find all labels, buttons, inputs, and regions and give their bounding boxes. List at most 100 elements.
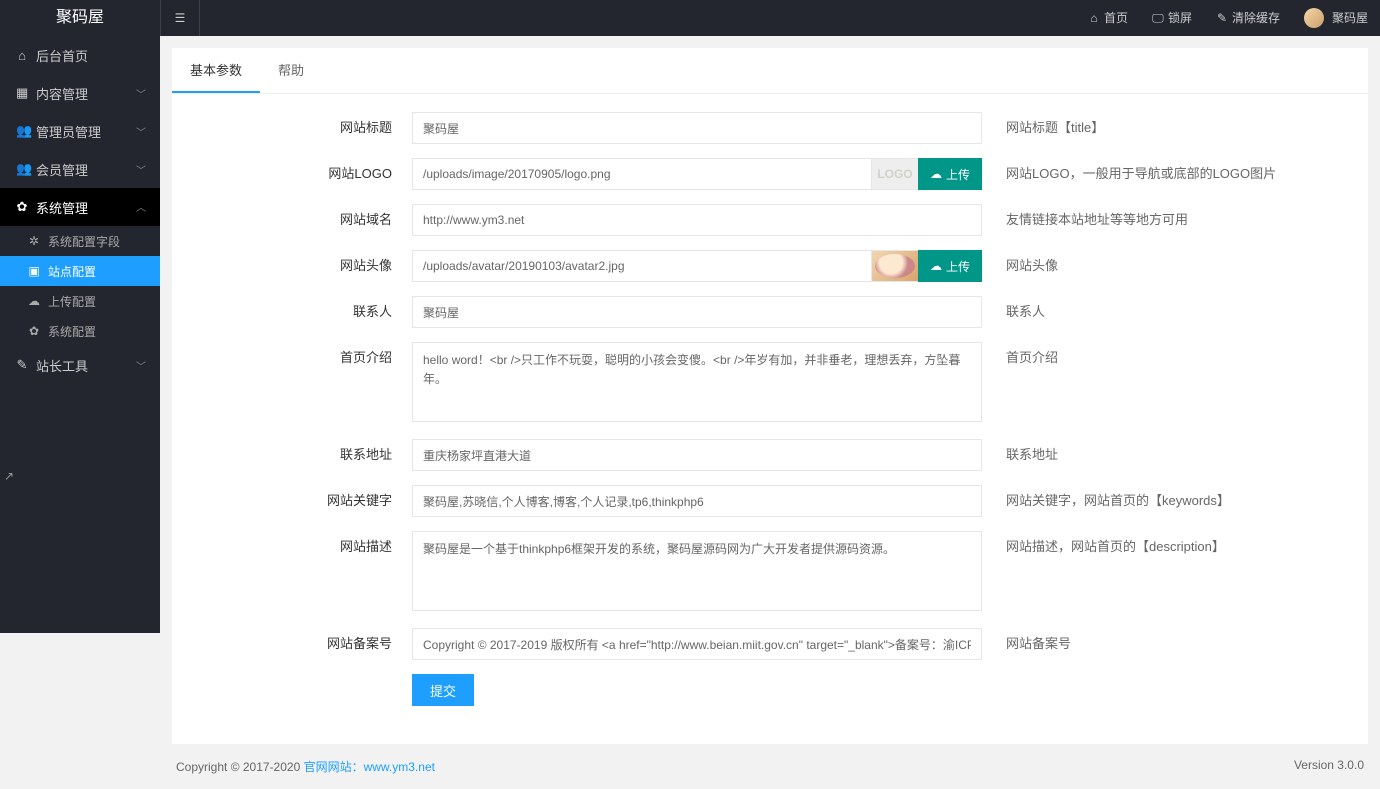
row-submit: 提交	[232, 674, 1308, 706]
home-icon: ⌂	[1088, 0, 1100, 36]
sidebar-item-admin[interactable]: 👥管理员管理﹀	[0, 112, 160, 150]
input-contact[interactable]	[412, 296, 982, 328]
label-contact: 联系人	[232, 296, 412, 328]
home-icon: ⌂	[16, 48, 28, 63]
sub-label: 系统配置字段	[48, 233, 120, 250]
chevron-down-icon: ﹀	[136, 358, 146, 373]
input-keywords[interactable]	[412, 485, 982, 517]
cloud-icon: ☁	[28, 294, 40, 308]
nav-home[interactable]: ⌂首页	[1076, 0, 1140, 36]
monitor-icon: ▣	[28, 264, 40, 278]
grid-icon: ▦	[16, 85, 28, 101]
sidebar-label: 站长工具	[36, 356, 88, 375]
sub-label: 系统配置	[48, 323, 96, 340]
help-contact: 联系人	[982, 296, 1308, 328]
sub-item-config-field[interactable]: ✲ 系统配置字段	[0, 226, 160, 256]
sub-item-system-config[interactable]: ✿ 系统配置	[0, 316, 160, 346]
sidebar-item-dashboard[interactable]: ⌂ 后台首页	[0, 36, 160, 74]
sub-label: 上传配置	[48, 293, 96, 310]
brand-title: 聚码屋	[0, 0, 160, 36]
chevron-down-icon: ﹀	[136, 124, 146, 139]
upload-label: 上传	[946, 166, 970, 183]
nav-clear-cache[interactable]: ✎清除缓存	[1204, 0, 1292, 36]
link-icon: ✲	[28, 234, 40, 248]
textarea-desc[interactable]: 聚码屋是一个基于thinkphp6框架开发的系统，聚码屋源码网为广大开发者提供源…	[412, 531, 982, 611]
nav-user[interactable]: 聚码屋	[1292, 0, 1380, 36]
help-intro: 首页介绍	[982, 342, 1308, 374]
sidebar: ⌂ 后台首页 ▦ 内容管理 ﹀ 👥 管理员管理 ﹀ 👥 会员管理 ﹀ ✿系统管理﹀ ✲ 系统配置…	[0, 36, 160, 633]
sidebar-item-system[interactable]: ✿系统管理﹀	[0, 188, 160, 226]
menu-icon: ☰	[174, 11, 186, 25]
form-card: 基本参数 帮助 网站标题 网站标题【title】 网站LOGO LOGO ☁上传…	[172, 48, 1368, 744]
label-address: 联系地址	[232, 439, 412, 471]
row-domain: 网站域名 友情链接本站地址等等地方可用	[232, 204, 1308, 236]
input-logo[interactable]	[412, 158, 872, 190]
help-address: 联系地址	[982, 439, 1308, 471]
help-logo: 网站LOGO，一般用于导航或底部的LOGO图片	[982, 158, 1308, 190]
sidebar-item-content[interactable]: ▦ 内容管理 ﹀	[0, 74, 160, 112]
top-nav: ⌂首页 🖵锁屏 ✎清除缓存 聚码屋	[1076, 0, 1380, 36]
cloud-upload-icon: ☁	[930, 259, 942, 273]
label-avatar: 网站头像	[232, 250, 412, 282]
upload-label: 上传	[946, 258, 970, 275]
submit-button[interactable]: 提交	[412, 674, 474, 706]
footer: Copyright © 2017-2020 官网网站：www.ym3.net V…	[172, 744, 1368, 777]
label-keywords: 网站关键字	[232, 485, 412, 517]
sub-label: 站点配置	[48, 263, 96, 280]
users-icon: 👥	[16, 161, 28, 177]
row-avatar: 网站头像 ☁ 上传 网站头像	[232, 250, 1308, 282]
wrench-icon: ✎	[16, 357, 28, 373]
topbar: 聚码屋 ☰ ⌂首页 🖵锁屏 ✎清除缓存 聚码屋	[0, 0, 1380, 36]
row-desc: 网站描述 聚码屋是一个基于thinkphp6框架开发的系统，聚码屋源码网为广大开…	[232, 531, 1308, 614]
scroll-indicator: ↗	[4, 469, 14, 483]
sidebar-toggle[interactable]: ☰	[160, 0, 200, 36]
footer-left: Copyright © 2017-2020 官网网站：www.ym3.net	[176, 758, 435, 775]
row-intro: 首页介绍 hello word！<br />只工作不玩耍，聪明的小孩会变傻。<b…	[232, 342, 1308, 425]
tab-basic[interactable]: 基本参数	[172, 48, 260, 93]
input-address[interactable]	[412, 439, 982, 471]
nav-user-label: 聚码屋	[1332, 0, 1368, 36]
monitor-icon: 🖵	[1152, 0, 1164, 36]
row-keywords: 网站关键字 网站关键字，网站首页的【keywords】	[232, 485, 1308, 517]
main-content: 基本参数 帮助 网站标题 网站标题【title】 网站LOGO LOGO ☁上传…	[160, 36, 1380, 789]
input-title[interactable]	[412, 112, 982, 144]
help-title: 网站标题【title】	[982, 112, 1308, 144]
nav-lock-label: 锁屏	[1168, 0, 1192, 36]
input-avatar[interactable]	[412, 250, 872, 282]
label-title: 网站标题	[232, 112, 412, 144]
sidebar-item-tools[interactable]: ✎ 站长工具 ﹀	[0, 346, 160, 384]
footer-link[interactable]: 官网网站：www.ym3.net	[304, 760, 435, 774]
sidebar-item-member[interactable]: 👥 会员管理 ﹀	[0, 150, 160, 188]
gear-icon: ✿	[16, 199, 28, 215]
textarea-intro[interactable]: hello word！<br />只工作不玩耍，聪明的小孩会变傻。<br />年…	[412, 342, 982, 422]
settings-form: 网站标题 网站标题【title】 网站LOGO LOGO ☁上传 网站LOGO，…	[172, 94, 1368, 744]
sidebar-label: 会员管理	[36, 160, 88, 179]
label-intro: 首页介绍	[232, 342, 412, 374]
sub-item-upload-config[interactable]: ☁ 上传配置	[0, 286, 160, 316]
help-desc: 网站描述，网站首页的【description】	[982, 531, 1308, 563]
tab-help[interactable]: 帮助	[260, 48, 322, 93]
upload-avatar-button[interactable]: ☁ 上传	[918, 250, 982, 282]
footer-version: Version 3.0.0	[1294, 758, 1364, 775]
nav-clear-label: 清除缓存	[1232, 0, 1280, 36]
label-logo: 网站LOGO	[232, 158, 412, 190]
row-address: 联系地址 联系地址	[232, 439, 1308, 471]
nav-home-label: 首页	[1104, 0, 1128, 36]
footer-copyright: Copyright © 2017-2020	[176, 760, 304, 774]
gear-icon: ✿	[28, 324, 40, 338]
avatar-preview	[872, 250, 918, 282]
input-domain[interactable]	[412, 204, 982, 236]
row-contact: 联系人 联系人	[232, 296, 1308, 328]
tabs: 基本参数 帮助	[172, 48, 1368, 94]
row-title: 网站标题 网站标题【title】	[232, 112, 1308, 144]
chevron-down-icon: ﹀	[136, 86, 146, 101]
upload-logo-button[interactable]: ☁上传	[918, 158, 982, 190]
chevron-down-icon: ﹀	[136, 200, 146, 215]
help-avatar: 网站头像	[982, 250, 1308, 282]
sidebar-label: 管理员管理	[36, 122, 101, 141]
nav-lock[interactable]: 🖵锁屏	[1140, 0, 1204, 36]
chevron-down-icon: ﹀	[136, 162, 146, 177]
sidebar-label: 后台首页	[36, 46, 88, 65]
sidebar-label: 内容管理	[36, 84, 88, 103]
sub-item-site-config[interactable]: ▣ 站点配置	[0, 256, 160, 286]
